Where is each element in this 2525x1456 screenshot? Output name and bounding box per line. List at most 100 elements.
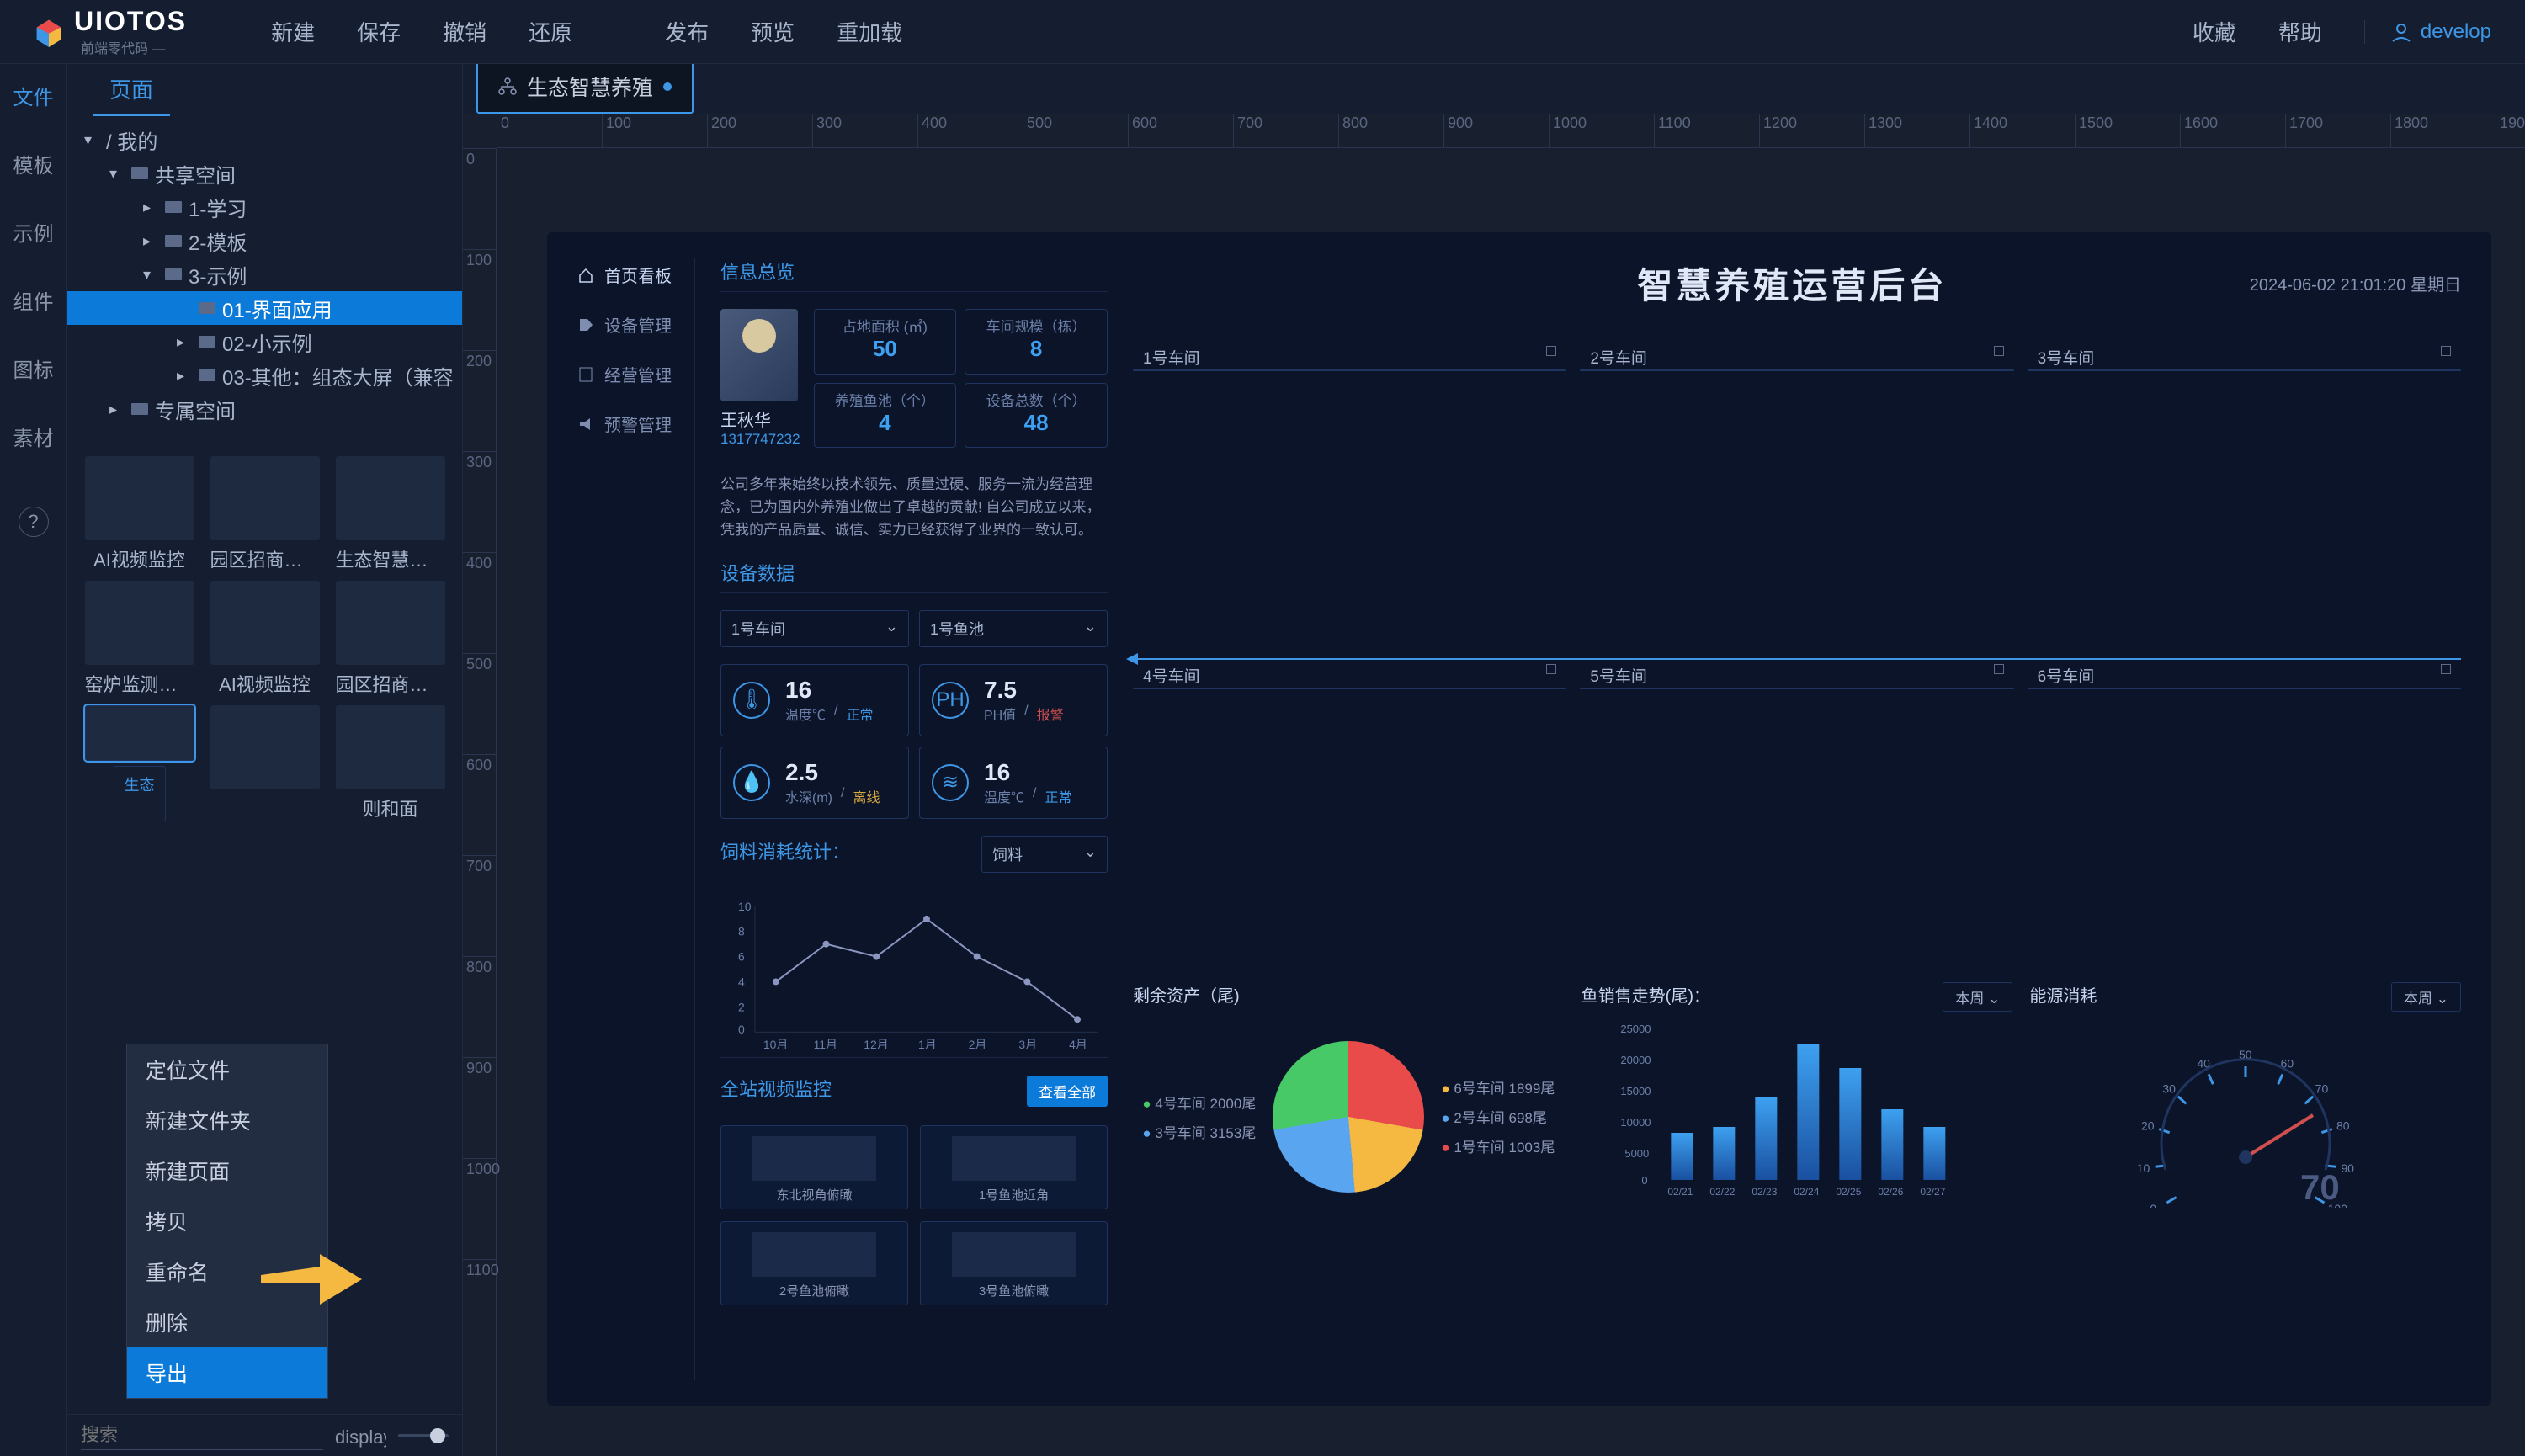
dash-nav-ops[interactable]: 经营管理 (577, 362, 694, 386)
thumbnail[interactable]: 生态 (81, 705, 198, 821)
metric-card: 🌡16温度℃/正常 (720, 664, 909, 736)
menu-publish[interactable]: 发布 (665, 16, 709, 47)
sidebar-template[interactable]: 模板 (13, 149, 54, 178)
cm-copy[interactable]: 拷贝 (127, 1196, 327, 1246)
tree-row[interactable]: ▸03-其他：组态大屏（兼容 (67, 359, 462, 392)
dash-nav-device[interactable]: 设备管理 (577, 312, 694, 337)
file-tree: ▾/ 我的▾共享空间▸1-学习▸2-模板▾3-示例01-界面应用▸02-小示例▸… (67, 114, 462, 434)
svg-text:02/25: 02/25 (1836, 1186, 1861, 1198)
thumbnail[interactable]: 窑炉监测和面 (81, 581, 198, 697)
workshop-view[interactable] (1133, 369, 1566, 371)
svg-text:11月: 11月 (814, 1038, 837, 1051)
menu-undo[interactable]: 撤销 (443, 16, 486, 47)
svg-text:4: 4 (738, 975, 745, 988)
pie-chart (1273, 1041, 1424, 1193)
svg-text:80: 80 (2336, 1119, 2350, 1132)
menu-preview[interactable]: 预览 (751, 16, 795, 47)
video-thumb[interactable]: 1号鱼池近角 (920, 1125, 1108, 1209)
cm-new-folder[interactable]: 新建文件夹 (127, 1095, 327, 1145)
workshop-view[interactable] (2028, 688, 2461, 689)
menu-redo[interactable]: 还原 (529, 16, 572, 47)
video-thumb[interactable]: 东北视角俯瞰 (720, 1125, 908, 1209)
workshop-view[interactable] (2028, 369, 2461, 371)
svg-text:70: 70 (2315, 1081, 2328, 1095)
dash-nav-alert[interactable]: 预警管理 (577, 412, 694, 436)
thumbnail[interactable]: AI视频监控 (81, 456, 198, 572)
dashboard-canvas[interactable]: 首页看板 设备管理 经营管理 预警管理 信息总览 王秋华 1317747232 … (547, 232, 2491, 1406)
ruler-vertical: 010020030040050060070080090010001100 (463, 148, 497, 1456)
tree-row[interactable]: ▾3-示例 (67, 258, 462, 291)
tree-row[interactable]: ▸2-模板 (67, 224, 462, 258)
cm-export[interactable]: 导出 (127, 1347, 327, 1398)
thumbnail[interactable]: AI视频监控 (206, 581, 323, 697)
search-input[interactable] (81, 1421, 323, 1450)
help-icon[interactable]: ? (19, 507, 49, 537)
workshop-select[interactable]: 1号车间⌄ (720, 610, 909, 647)
menu-save[interactable]: 保存 (357, 16, 401, 47)
stat-box: 设备总数（个）48 (965, 383, 1108, 449)
chevron-down-icon: ⌄ (885, 618, 898, 640)
sidebar-file[interactable]: 文件 (13, 81, 54, 110)
bar-panel: 鱼销售走势(尾)： 本周 ⌄ 2500020000150001000050000 … (1581, 982, 2013, 1218)
video-thumb[interactable]: 2号鱼池俯瞰 (720, 1221, 908, 1305)
bar-period-select[interactable]: 本周 ⌄ (1943, 982, 2012, 1012)
app-header: UIOTOS 前端零代码 — 新建 保存 撤销 还原 发布 预览 重加载 收藏 … (0, 0, 2525, 64)
workshop-view[interactable] (1580, 369, 2013, 371)
svg-text:02/22: 02/22 (1709, 1186, 1735, 1198)
user-account[interactable]: develop (2364, 20, 2491, 44)
cm-delete[interactable]: 删除 (127, 1297, 327, 1347)
left-tab-page[interactable]: 页面 (93, 63, 170, 116)
cm-new-page[interactable]: 新建页面 (127, 1145, 327, 1196)
svg-text:2: 2 (738, 1000, 745, 1013)
tree-row[interactable]: ▾共享空间 (67, 157, 462, 190)
dash-nav: 首页看板 设备管理 经营管理 预警管理 (577, 258, 695, 1380)
svg-text:0: 0 (2150, 1202, 2156, 1208)
context-menu: 定位文件 新建文件夹 新建页面 拷贝 重命名 删除 导出 (126, 1044, 328, 1399)
zoom-slider[interactable] (398, 1434, 449, 1437)
dash-nav-home[interactable]: 首页看板 (577, 263, 694, 287)
gauge-panel: 能源消耗本周 ⌄ 0102030405060708090100 70 (2029, 982, 2461, 1218)
video-thumb[interactable]: 3号鱼池俯瞰 (920, 1221, 1108, 1305)
thumbnail[interactable] (206, 705, 323, 821)
view-all-button[interactable]: 查看全部 (1027, 1076, 1108, 1107)
svg-text:5000: 5000 (1624, 1147, 1649, 1160)
thumbnail[interactable]: 则和面 (332, 705, 449, 821)
search-bar: displays/demo/3-示例 (67, 1414, 462, 1456)
menu-favorite[interactable]: 收藏 (2193, 16, 2236, 47)
menu-new[interactable]: 新建 (271, 16, 315, 47)
sidebar-component[interactable]: 组件 (13, 285, 54, 315)
sidebar-icon[interactable]: 图标 (13, 353, 54, 383)
svg-text:90: 90 (2341, 1161, 2354, 1174)
feed-line-chart: 1086420 10月11月12月1月2月3月4月 (720, 890, 1108, 1058)
stat-box: 车间规模（栋）8 (965, 309, 1108, 375)
tab-label: 生态智慧养殖 (527, 72, 653, 102)
tree-row[interactable]: ▸专属空间 (67, 392, 462, 426)
logo-icon (34, 17, 64, 47)
menu-help[interactable]: 帮助 (2278, 16, 2322, 47)
svg-text:10: 10 (2136, 1161, 2150, 1174)
feed-select[interactable]: 饲料⌄ (981, 836, 1108, 873)
sitemap-icon (498, 77, 517, 96)
bar-chart: 2500020000150001000050000 02/2102/2202/2… (1581, 1020, 2013, 1205)
workshop-view[interactable] (1580, 688, 2013, 689)
tree-row[interactable]: ▸02-小示例 (67, 325, 462, 359)
thumbnail[interactable]: 园区招商租赁 (206, 456, 323, 572)
workshop-view[interactable] (1133, 688, 1566, 689)
tag-icon (577, 316, 594, 333)
company-desc: 公司多年来始终以技术领先、质量过硬、服务一流为经营理念，已为国内外养殖业做出了卓… (720, 473, 1108, 542)
svg-text:10月: 10月 (763, 1038, 788, 1051)
menu-reload[interactable]: 重加载 (837, 16, 902, 47)
gauge-period-select[interactable]: 本周 ⌄ (2391, 982, 2461, 1012)
bar-title: 鱼销售走势(尾)： (1581, 982, 1710, 1012)
pool-select[interactable]: 1号鱼池⌄ (919, 610, 1108, 647)
tab-active[interactable]: 生态智慧养殖 (476, 64, 694, 114)
thumbnail[interactable]: 园区招商租赁 (332, 581, 449, 697)
thumbnail[interactable]: 生态智慧养殖 (332, 456, 449, 572)
sidebar-example[interactable]: 示例 (13, 217, 54, 247)
cm-locate[interactable]: 定位文件 (127, 1044, 327, 1095)
tree-row[interactable]: ▸1-学习 (67, 190, 462, 224)
tree-row[interactable]: ▾/ 我的 (67, 123, 462, 157)
editor-tabs: 生态智慧养殖 (463, 64, 2525, 114)
tree-row[interactable]: 01-界面应用 (67, 291, 462, 325)
sidebar-material[interactable]: 素材 (13, 422, 54, 451)
